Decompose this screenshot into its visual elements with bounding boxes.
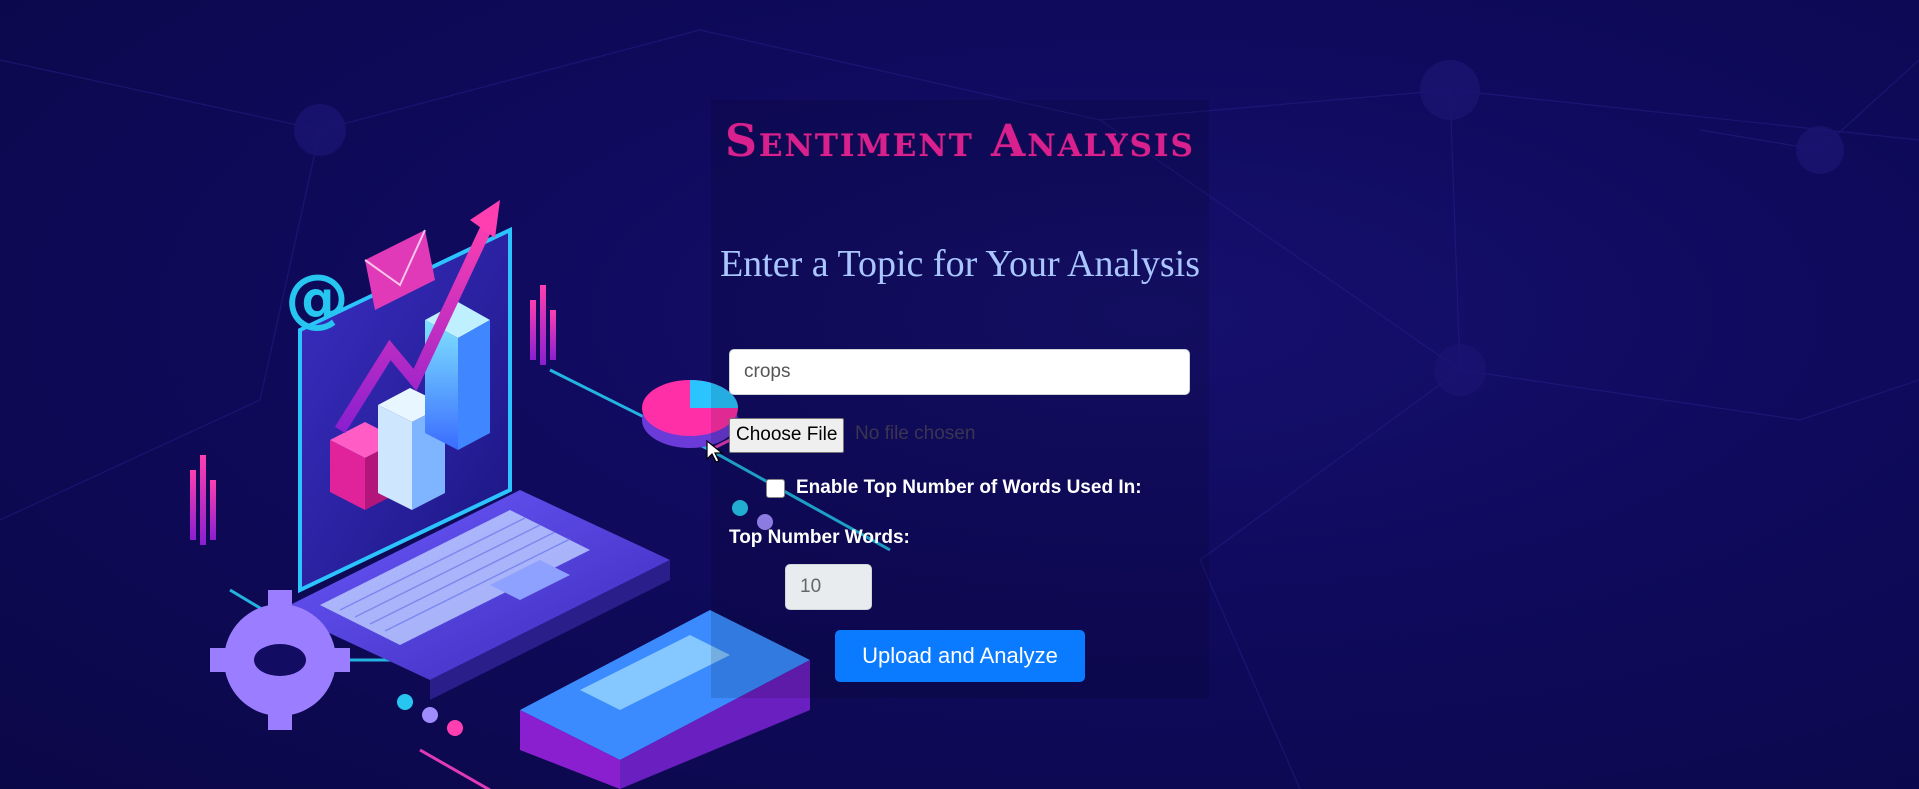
mouse-cursor-icon: [706, 440, 724, 463]
page-subtitle: Enter a Topic for Your Analysis: [719, 243, 1201, 285]
page-title: Sentiment Analysis: [725, 116, 1195, 167]
enable-top-words-label: Enable Top Number of Words Used In:: [796, 477, 1142, 498]
topic-input[interactable]: [729, 349, 1190, 395]
top-number-label: Top Number Words:: [729, 527, 910, 548]
at-sign-icon: @: [285, 262, 349, 336]
top-number-input[interactable]: [785, 564, 872, 610]
enable-top-words-checkbox[interactable]: [766, 479, 785, 498]
file-status-text: No file chosen: [855, 423, 976, 444]
choose-file-button[interactable]: Choose File: [729, 418, 845, 453]
upload-analyze-button[interactable]: Upload and Analyze: [835, 630, 1085, 682]
